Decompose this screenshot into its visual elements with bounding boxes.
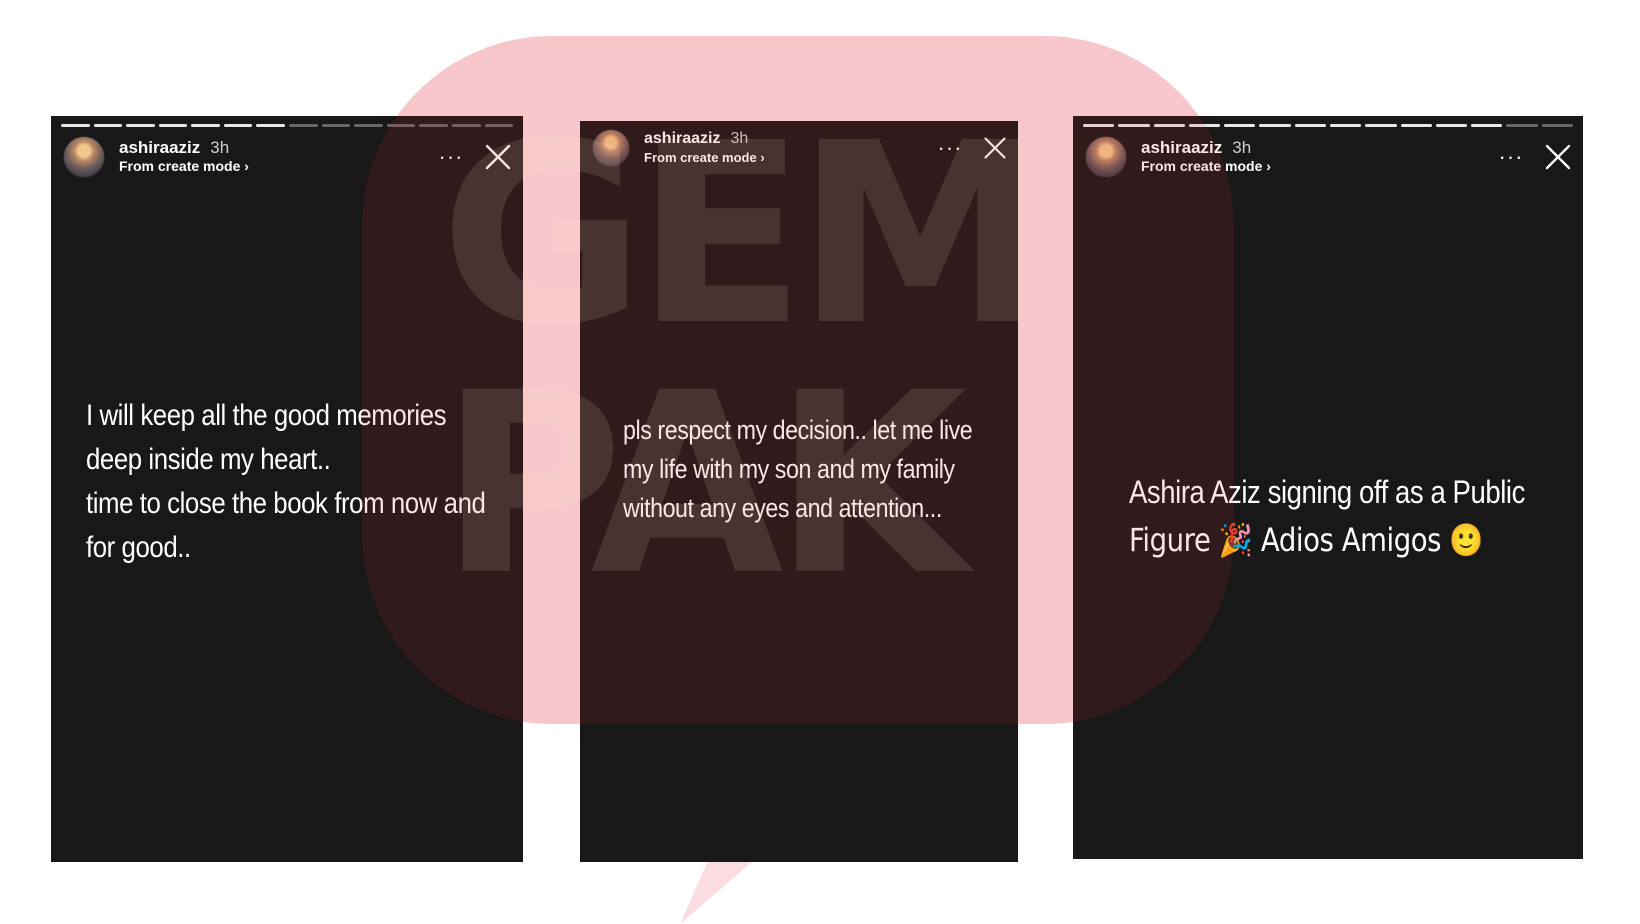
story-text-line: Ashira Aziz signing off as a Public bbox=[1129, 474, 1525, 510]
story-text-line: deep inside my heart.. bbox=[86, 443, 331, 476]
more-options-icon[interactable]: ··· bbox=[1491, 146, 1531, 168]
story-text-line: I will keep all the good memories bbox=[86, 399, 447, 432]
close-icon[interactable] bbox=[982, 135, 1008, 161]
post-time: 3h bbox=[1232, 138, 1252, 157]
create-mode-link[interactable]: From create mode › bbox=[1141, 157, 1271, 176]
username[interactable]: ashiraaziz bbox=[644, 129, 720, 148]
story-text: Ashira Aziz signing off as a Public Figu… bbox=[1129, 468, 1576, 564]
create-mode-link[interactable]: From create mode › bbox=[644, 148, 765, 167]
story-progress-bar bbox=[1083, 124, 1573, 127]
username[interactable]: ashiraaziz bbox=[119, 138, 200, 157]
post-time: 3h bbox=[210, 138, 230, 157]
story-text: pls respect my decision.. let me live my… bbox=[623, 411, 1018, 528]
story-card-3[interactable]: ashiraaziz 3h From create mode › ··· Ash… bbox=[1073, 116, 1583, 859]
more-options-icon[interactable]: ··· bbox=[930, 137, 970, 159]
story-progress-bar bbox=[61, 124, 514, 127]
story-header: ashiraaziz 3h From create mode › ··· bbox=[1085, 136, 1573, 178]
story-header: ashiraaziz 3h From create mode › ··· bbox=[592, 127, 1008, 169]
post-time: 3h bbox=[730, 130, 749, 147]
story-card-1[interactable]: ashiraaziz 3h From create mode › ··· I w… bbox=[51, 116, 523, 862]
story-text-line: pls respect my decision.. let me live bbox=[623, 415, 973, 445]
profile-avatar[interactable] bbox=[1085, 136, 1127, 178]
username[interactable]: ashiraaziz bbox=[1141, 138, 1222, 157]
profile-avatar[interactable] bbox=[592, 129, 630, 167]
create-mode-link[interactable]: From create mode › bbox=[119, 157, 249, 176]
story-text-line: without any eyes and attention... bbox=[623, 493, 942, 523]
story-card-2[interactable]: ashiraaziz 3h From create mode › ··· pls… bbox=[580, 121, 1018, 862]
close-icon[interactable] bbox=[483, 142, 513, 172]
story-text-line: for good.. bbox=[86, 531, 191, 564]
story-text-line: time to close the book from now and bbox=[86, 487, 486, 520]
profile-avatar[interactable] bbox=[63, 136, 105, 178]
story-text-line: Figure 🎉 Adios Amigos 🙂 bbox=[1129, 521, 1484, 559]
story-header: ashiraaziz 3h From create mode › ··· bbox=[63, 136, 513, 178]
close-icon[interactable] bbox=[1543, 142, 1573, 172]
story-text: I will keep all the good memories deep i… bbox=[86, 394, 516, 570]
story-text-line: my life with my son and my family bbox=[623, 454, 955, 484]
more-options-icon[interactable]: ··· bbox=[431, 146, 471, 168]
